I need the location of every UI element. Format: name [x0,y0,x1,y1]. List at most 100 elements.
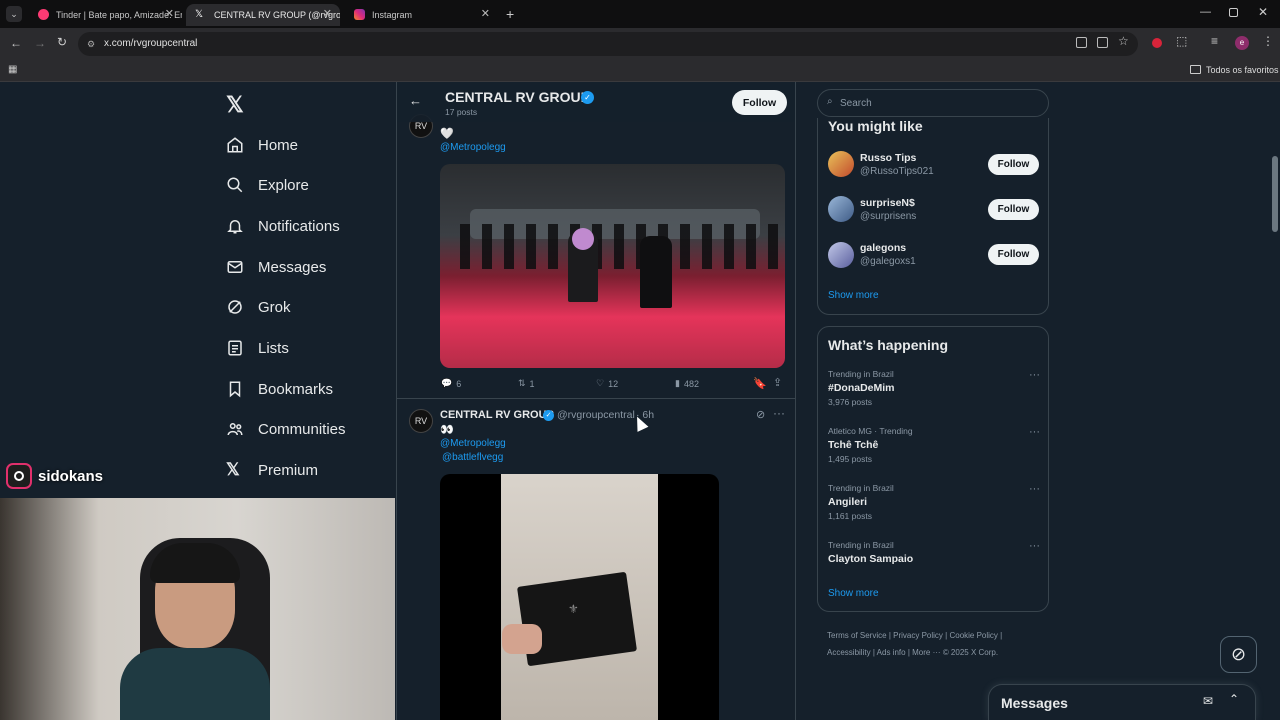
account-name[interactable]: galegons [860,242,906,254]
instagram-icon [6,463,32,489]
forward-icon[interactable]: → [34,36,46,50]
tab-title: Instagram [372,10,413,20]
nav-lists[interactable]: Lists [226,333,289,363]
terms-link[interactable]: Terms of Service [827,631,887,640]
verified-badge-icon: ✓ [581,91,594,104]
more-options-icon[interactable]: ··· [1029,369,1040,381]
nav-home[interactable]: Home [226,130,298,160]
close-tab-icon[interactable]: ✕ [481,7,490,20]
grok-icon [228,300,242,314]
trend-item[interactable]: Atletico MG · Trending Tchê Tchê 1,495 p… [828,426,1040,476]
reply-action[interactable]: 💬 6 [441,378,461,389]
you-might-like-card: You might like Russo Tips @RussoTips021 … [817,118,1049,315]
more-options-icon[interactable]: ··· [1029,540,1040,552]
restore-icon[interactable] [1229,8,1238,17]
nav-messages[interactable]: Messages [226,252,326,282]
account-name[interactable]: surpriseN$ [860,197,915,209]
star-icon[interactable]: ☆ [1118,34,1129,48]
nav-premium[interactable]: 𝕏 Premium [226,455,318,485]
translate-icon[interactable] [1076,37,1087,48]
new-tab-icon[interactable]: + [506,6,514,22]
media-icon[interactable]: ≡ [1211,34,1218,48]
minimize-icon[interactable]: — [1200,6,1211,18]
like-action[interactable]: ♡ 12 [596,378,618,389]
avatar[interactable] [828,196,854,222]
browser-menu-icon[interactable]: ⋮ [1262,34,1274,48]
profile-avatar[interactable]: e [1235,36,1249,50]
scrollbar-thumb[interactable] [1272,156,1278,232]
account-handle[interactable]: @galegoxs1 [860,256,916,267]
follow-button[interactable]: Follow [988,154,1039,175]
close-tab-icon[interactable]: ✕ [165,7,174,20]
more-options-icon[interactable]: ··· [1029,483,1040,495]
url-bar[interactable]: ⚙ x.com/rvgroupcentral [78,32,1138,56]
account-handle[interactable]: @surprisens [860,211,916,222]
messages-drawer[interactable]: Messages ✉ ⌃ [988,684,1256,720]
trend-item[interactable]: Trending in Brazil Angileri 1,161 posts … [828,483,1040,533]
install-icon[interactable] [1097,37,1108,48]
tab-tinder[interactable]: Tinder | Bate papo, Amizade. En ✕ [28,4,182,26]
cookie-link[interactable]: Cookie Policy [949,631,997,640]
tweet-text: 🤍 [440,128,454,140]
mention-link[interactable]: @Metropolegg [440,438,506,449]
ads-info-link[interactable]: Ads info [877,648,906,657]
new-message-icon[interactable]: ✉ [1203,694,1213,708]
extension-red-icon[interactable] [1152,38,1162,48]
grok-icon[interactable]: ⊘ [756,408,765,421]
tweet-author-name[interactable]: CENTRAL RV GROUP [440,409,554,421]
avatar[interactable] [828,242,854,268]
account-handle[interactable]: @RussoTips021 [860,166,934,177]
back-icon[interactable]: ← [10,36,22,50]
close-window-icon[interactable]: ✕ [1258,5,1268,19]
tab-list-icon[interactable]: ⌄ [6,6,22,22]
apps-grid-icon[interactable]: ▦ [8,64,17,75]
show-more-link[interactable]: Show more [828,290,879,301]
reload-icon[interactable]: ↻ [57,35,67,49]
more-link[interactable]: More ··· [912,648,940,657]
nav-grok[interactable]: Grok [226,292,291,322]
nav-notifications[interactable]: Notifications [226,211,340,241]
account-name[interactable]: Russo Tips [860,152,916,164]
trend-item[interactable]: Trending in Brazil #DonaDeMim 3,976 post… [828,369,1040,419]
trend-name: #DonaDeMim [828,382,895,394]
tweet-media-image[interactable] [440,164,785,368]
tweet-media-video[interactable]: ⚜ [440,474,719,720]
all-bookmarks-link[interactable]: Todos os favoritos [1206,65,1279,75]
back-arrow-icon[interactable]: ← [409,93,422,108]
chevron-up-icon[interactable]: ⌃ [1229,692,1239,706]
tab-x-central-rv[interactable]: 𝕏 CENTRAL RV GROUP (@rvgrou ✕ [186,4,340,26]
bookmark-icon[interactable]: 🔖 [753,377,767,390]
nav-bookmarks[interactable]: Bookmarks [226,374,333,404]
grok-floating-button[interactable]: ⊘ [1220,636,1257,673]
accessibility-link[interactable]: Accessibility [827,648,871,657]
views-action[interactable]: ▮ 482 [675,378,699,389]
tweet-avatar[interactable]: RV [409,409,433,433]
tweet-author-handle[interactable]: @rvgroupcentral [557,409,635,421]
show-more-link[interactable]: Show more [828,588,879,599]
mention-link[interactable]: @battleflvegg [442,452,503,463]
share-icon[interactable]: ⇪ [773,376,782,389]
search-input[interactable]: ⌕ Search [817,89,1049,117]
x-logo-icon[interactable]: 𝕏 [226,92,244,118]
streamer-username: sidokans [38,467,104,485]
tab-instagram[interactable]: Instagram ✕ [344,4,498,26]
extensions-icon[interactable]: ⬚ [1176,34,1187,48]
trend-name: Tchê Tchê [828,439,879,451]
more-options-icon[interactable]: ··· [773,406,785,420]
profile-header: ← CENTRAL RV GROUP ✓ 17 posts Follow [397,82,795,122]
more-options-icon[interactable]: ··· [1029,426,1040,438]
mention-link[interactable]: @Metropolegg [440,142,506,153]
retweet-action[interactable]: ⇅ 1 [518,378,535,389]
site-info-icon[interactable]: ⚙ [87,32,95,56]
follow-button[interactable]: Follow [988,199,1039,220]
follow-button[interactable]: Follow [732,90,787,115]
nav-explore[interactable]: Explore [226,170,309,200]
close-tab-icon[interactable]: ✕ [323,7,332,20]
avatar[interactable] [828,151,854,177]
privacy-link[interactable]: Privacy Policy [893,631,943,640]
page-scrollbar[interactable] [1271,84,1279,720]
nav-communities[interactable]: Communities [226,414,346,444]
reply-count: 6 [456,378,462,389]
trend-item[interactable]: Trending in Brazil Clayton Sampaio ··· [828,540,1040,576]
follow-button[interactable]: Follow [988,244,1039,265]
